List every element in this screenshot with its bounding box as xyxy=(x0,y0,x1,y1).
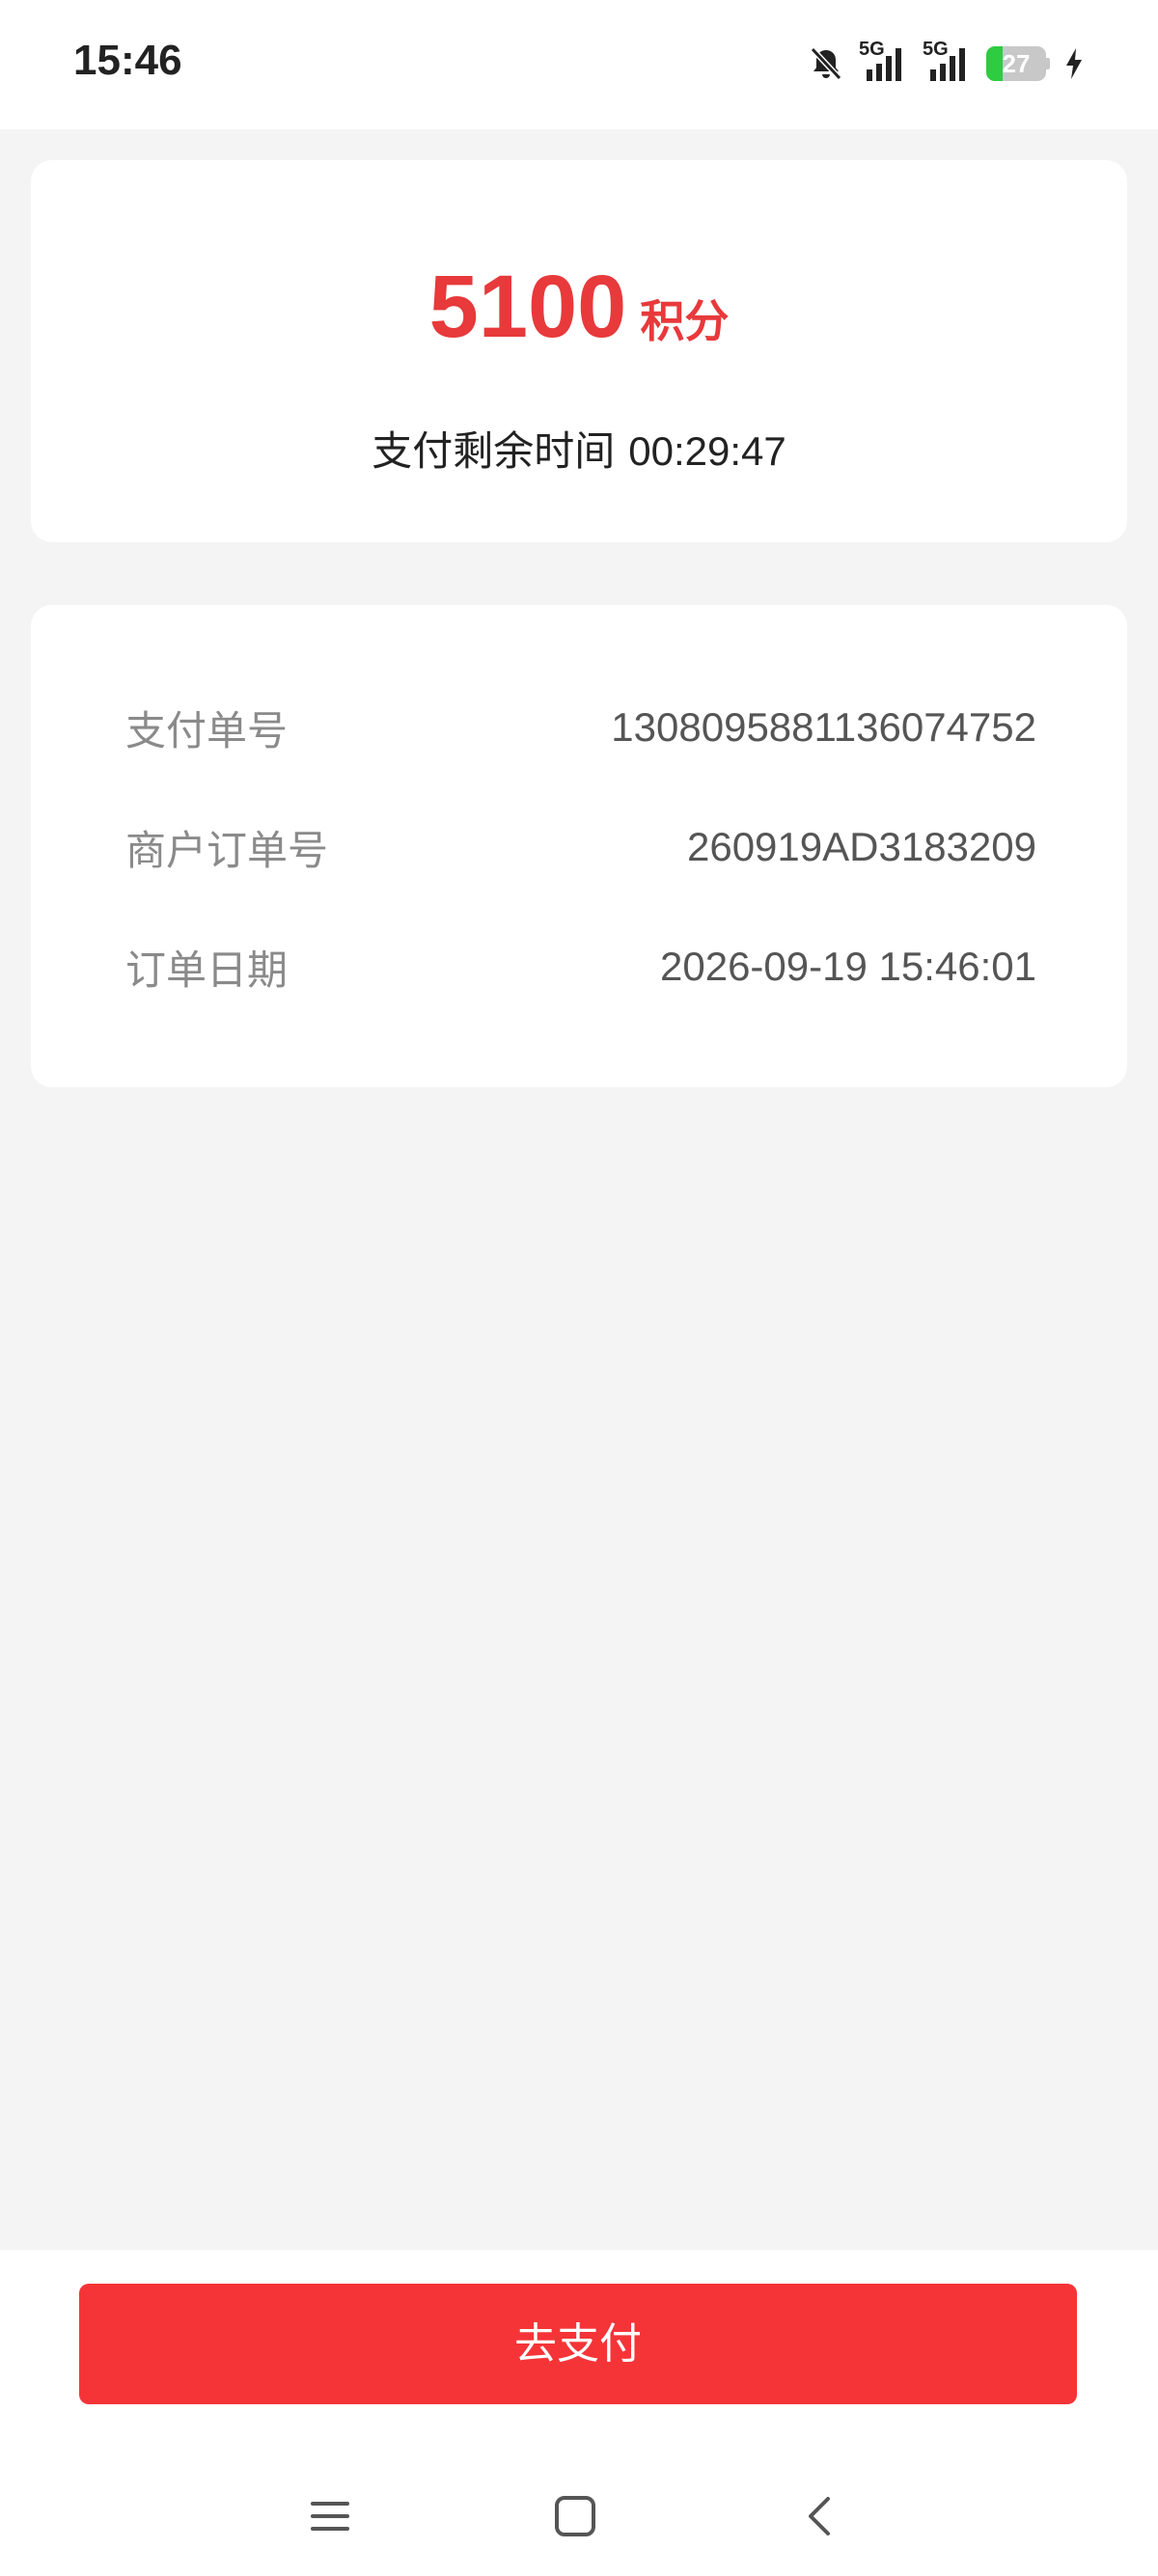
detail-label: 支付单号 xyxy=(125,706,289,754)
detail-value: 2026-09-19 15:46:01 xyxy=(660,944,1036,989)
bottom-bar: 去支付 xyxy=(0,2250,1158,2576)
countdown-label: 支付剩余时间 xyxy=(372,427,616,475)
bell-off-icon xyxy=(807,44,845,83)
charging-icon xyxy=(1063,46,1085,81)
signal-icon: 5G xyxy=(923,39,973,85)
battery-icon: 27 xyxy=(986,46,1050,81)
countdown-time: 00:29:47 xyxy=(628,428,786,474)
status-time: 15:46 xyxy=(73,37,182,84)
detail-row-merchant-order-number: 商户订单号 260919AD3183209 xyxy=(125,818,1036,876)
amount-row: 5100 积分 xyxy=(31,257,1127,358)
system-nav-bar xyxy=(0,2462,1158,2568)
amount-card: 5100 积分 支付剩余时间 00:29:47 xyxy=(31,160,1127,542)
back-icon[interactable] xyxy=(793,2489,847,2543)
amount-unit: 积分 xyxy=(640,295,730,347)
detail-value: 260919AD3183209 xyxy=(686,824,1036,869)
detail-label: 订单日期 xyxy=(125,945,289,994)
menu-icon[interactable] xyxy=(303,2489,357,2543)
amount-value: 5100 xyxy=(428,258,627,356)
detail-label: 商户订单号 xyxy=(125,826,329,874)
home-icon[interactable] xyxy=(548,2489,602,2543)
detail-row-payment-number: 支付单号 1308095881136074752 xyxy=(125,699,1036,756)
status-icons: 5G 5G 27 xyxy=(807,39,1085,85)
pay-button[interactable]: 去支付 xyxy=(79,2284,1077,2404)
signal-icon: 5G xyxy=(859,39,909,85)
order-detail-card: 支付单号 1308095881136074752 商户订单号 260919AD3… xyxy=(31,605,1127,1087)
countdown-row: 支付剩余时间 00:29:47 xyxy=(31,419,1127,478)
detail-value: 1308095881136074752 xyxy=(611,704,1036,750)
battery-level: 27 xyxy=(1002,49,1031,78)
detail-row-order-date: 订单日期 2026-09-19 15:46:01 xyxy=(125,938,1036,996)
status-bar: 15:46 5G 5G 27 xyxy=(0,0,1158,129)
